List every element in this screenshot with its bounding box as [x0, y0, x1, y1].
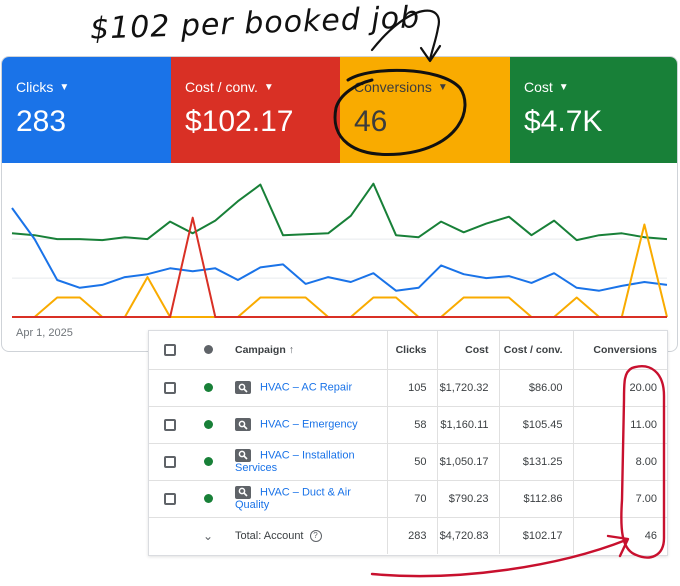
metric-value: $102.17	[185, 105, 294, 138]
enabled-status-icon	[203, 494, 213, 504]
campaign-link[interactable]: HVAC – Duct & Air Quality	[235, 486, 351, 511]
metric-label: Clicks	[16, 79, 54, 95]
status-header-cell	[191, 331, 225, 370]
enabled-status-icon	[203, 420, 213, 430]
conversions-cell: 20.00	[572, 369, 667, 407]
table-row: HVAC – Installation Services 50 $1,050.1…	[149, 443, 667, 481]
metric-label: Cost / conv.	[185, 79, 258, 95]
help-icon[interactable]: ?	[309, 529, 322, 542]
campaign-link[interactable]: HVAC – Emergency	[260, 419, 358, 431]
row-checkbox[interactable]	[164, 381, 176, 394]
dropdown-caret-icon[interactable]: ▼	[559, 82, 569, 93]
metric-tile-cost[interactable]: Cost ▼ $4.7K	[510, 57, 677, 163]
dropdown-caret-icon[interactable]: ▼	[59, 82, 69, 93]
metric-value: 46	[354, 105, 388, 138]
total-label-cell: Total: Account?	[225, 517, 387, 554]
cost-cell: $790.23	[436, 480, 499, 518]
campaign-header[interactable]: Campaign ↑	[225, 331, 387, 370]
clicks-header[interactable]: Clicks	[386, 331, 437, 370]
campaign-cell: HVAC – Emergency	[225, 406, 387, 444]
handwritten-annotation: $102 per booked job	[89, 0, 421, 47]
sort-up-arrow-icon[interactable]: ↑	[289, 344, 294, 356]
cost-cell: $1,720.32	[436, 369, 499, 407]
total-row: ⌄ Total: Account? 283 $4,720.83 $102.17 …	[149, 517, 667, 554]
dropdown-caret-icon[interactable]: ▼	[264, 82, 274, 93]
cost-cell: $1,160.11	[436, 406, 499, 444]
series-line-green	[11, 182, 668, 242]
metric-label: Cost	[524, 79, 553, 95]
conversions-cell: 8.00	[572, 443, 667, 481]
search-campaign-icon	[235, 381, 251, 394]
clicks-cell: 105	[386, 369, 437, 407]
campaign-table: Campaign ↑ Clicks Cost Cost / conv. Conve…	[149, 331, 667, 554]
row-checkbox[interactable]	[164, 455, 176, 468]
search-campaign-icon	[235, 418, 251, 431]
table-row: HVAC – Emergency 58 $1,160.11 $105.45 11…	[149, 406, 667, 444]
metric-tile-conversions[interactable]: Conversions ▼ 46	[340, 57, 510, 163]
clicks-cell: 58	[386, 406, 437, 444]
metric-value: $4.7K	[524, 105, 603, 138]
total-label: Total: Account	[235, 529, 304, 542]
row-status-cell	[191, 406, 225, 444]
select-all-cell	[149, 331, 191, 370]
enabled-status-icon	[203, 457, 213, 467]
row-status-cell	[191, 369, 225, 407]
campaign-link[interactable]: HVAC – AC Repair	[260, 382, 352, 394]
metric-tile-cost-per-conv[interactable]: Cost / conv. ▼ $102.17	[171, 57, 340, 163]
expand-chevron-cell: ⌄	[191, 517, 225, 554]
campaign-cell: HVAC – AC Repair	[225, 369, 387, 407]
row-checkbox-cell	[149, 406, 191, 444]
total-clicks-cell: 283	[386, 517, 437, 554]
clicks-cell: 50	[386, 443, 437, 481]
metric-tile-clicks[interactable]: Clicks ▼ 283	[2, 57, 171, 163]
row-checkbox[interactable]	[164, 418, 176, 431]
status-dot-icon	[203, 345, 213, 355]
conversions-header[interactable]: Conversions	[572, 331, 667, 370]
row-checkbox-cell	[149, 369, 191, 407]
campaign-cell: HVAC – Installation Services	[225, 443, 387, 481]
table-row: HVAC – AC Repair 105 $1,720.32 $86.00 20…	[149, 369, 667, 407]
cost-per-conv-header[interactable]: Cost / conv.	[498, 331, 573, 370]
cost-per-conv-cell: $86.00	[498, 369, 573, 407]
table-header-row: Campaign ↑ Clicks Cost Cost / conv. Conve…	[149, 331, 667, 370]
x-axis-start-label: Apr 1, 2025	[16, 327, 73, 339]
cost-header[interactable]: Cost	[436, 331, 499, 370]
campaign-header-label: Campaign	[235, 343, 286, 356]
row-status-cell	[191, 443, 225, 481]
row-checkbox-cell	[149, 443, 191, 481]
metric-label: Conversions	[354, 79, 432, 95]
cost-per-conv-cell: $131.25	[498, 443, 573, 481]
chevron-down-icon[interactable]: ⌄	[203, 529, 213, 543]
performance-chart-card: Clicks ▼ 283 Cost / conv. ▼ $102.17 Conver…	[1, 56, 678, 352]
search-campaign-icon	[235, 448, 251, 462]
table-row: HVAC – Duct & Air Quality 70 $790.23 $11…	[149, 480, 667, 518]
conversions-cell: 7.00	[572, 480, 667, 518]
clicks-cell: 70	[386, 480, 437, 518]
cost-per-conv-cell: $112.86	[498, 480, 573, 518]
row-status-cell	[191, 480, 225, 518]
row-checkbox[interactable]	[164, 492, 176, 505]
search-campaign-icon	[235, 485, 251, 499]
metric-tiles: Clicks ▼ 283 Cost / conv. ▼ $102.17 Conver…	[2, 57, 677, 163]
total-cost-per-conv-cell: $102.17	[498, 517, 573, 554]
cost-per-conv-cell: $105.45	[498, 406, 573, 444]
total-conversions-cell: 46	[572, 517, 667, 554]
line-chart	[11, 182, 668, 318]
campaign-link[interactable]: HVAC – Installation Services	[235, 449, 355, 474]
row-checkbox-cell	[149, 480, 191, 518]
total-cost-cell: $4,720.83	[436, 517, 499, 554]
conversions-cell: 11.00	[572, 406, 667, 444]
expand-cell	[149, 517, 191, 554]
cost-cell: $1,050.17	[436, 443, 499, 481]
enabled-status-icon	[203, 383, 213, 393]
campaign-cell: HVAC – Duct & Air Quality	[225, 480, 387, 518]
dropdown-caret-icon[interactable]: ▼	[438, 82, 448, 93]
metric-value: 283	[16, 105, 67, 138]
select-all-checkbox[interactable]	[164, 343, 176, 356]
campaign-table-card: Campaign ↑ Clicks Cost Cost / conv. Conve…	[148, 330, 668, 556]
